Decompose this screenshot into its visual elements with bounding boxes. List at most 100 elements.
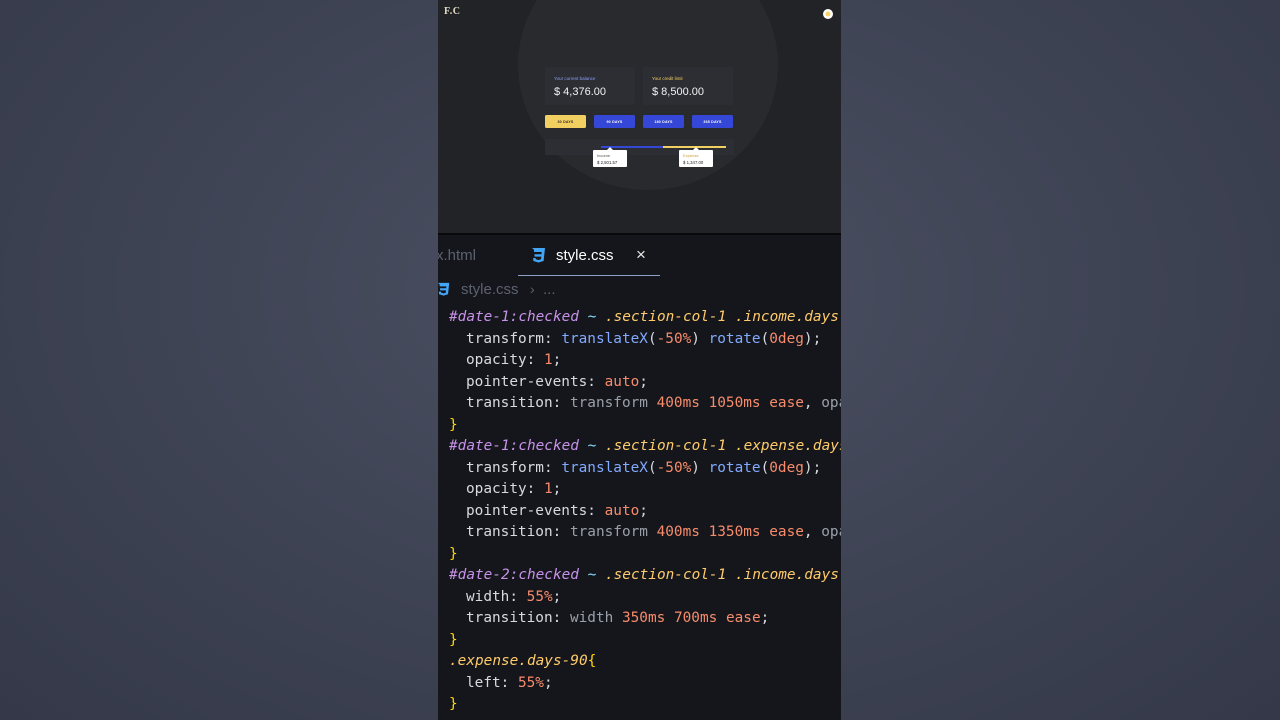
code-token: ~	[578, 309, 605, 325]
css3-icon	[438, 282, 450, 296]
code-line[interactable]: width: 55%;	[449, 587, 841, 609]
range-90-days-button[interactable]: 90 DAYS	[594, 115, 635, 128]
code-token: .section-col-1	[604, 309, 727, 325]
code-token: }	[449, 696, 458, 712]
code-line[interactable]: opacity: 1;	[449, 479, 841, 501]
range-30-days-button[interactable]: 30 DAYS	[545, 115, 586, 128]
code-line[interactable]: transition: width 350ms 700ms ease;	[449, 608, 841, 630]
code-token: }	[449, 416, 458, 433]
breadcrumb-more[interactable]: ...	[543, 281, 556, 298]
code-editor: x.html style.css × style.css › ... #date…	[438, 235, 841, 720]
balance-value: $ 4,376.00	[554, 86, 606, 98]
code-line[interactable]: left: 55%;	[449, 673, 841, 695]
theme-toggle-icon[interactable]	[823, 9, 833, 19]
code-token: -50%	[656, 459, 692, 476]
code-token: ;	[639, 373, 648, 390]
code-token: transition	[466, 395, 553, 411]
code-line[interactable]: #date-2:checked ~ .section-col-1 .income…	[449, 565, 841, 587]
code-lines[interactable]: #date-1:checked ~ .section-col-1 .income…	[449, 307, 841, 716]
code-line[interactable]: pointer-events: auto;	[449, 501, 841, 523]
expense-tooltip-label: Expense	[683, 153, 699, 158]
code-line[interactable]: }	[449, 630, 841, 652]
code-token: auto	[604, 502, 640, 519]
expense-tooltip: Expense $ 1,347.00	[679, 147, 713, 167]
code-token: :	[543, 459, 562, 476]
breadcrumb-file[interactable]: style.css	[461, 281, 519, 298]
chevron-right-icon: ›	[530, 281, 535, 297]
code-token: opacity	[466, 481, 527, 497]
code-line[interactable]: #date-1:checked ~ .section-col-1 .income…	[449, 307, 841, 329]
balance-label: Your current balance	[554, 76, 596, 81]
code-line[interactable]: transform: translateX(-50%) rotate(0deg)…	[449, 329, 841, 351]
code-token: width	[569, 610, 622, 626]
code-token: 400ms	[656, 524, 700, 540]
code-token: translateX	[561, 330, 648, 347]
code-token: :	[543, 330, 562, 347]
code-token: rotate	[708, 459, 761, 476]
code-token: )	[691, 459, 709, 476]
code-line[interactable]: opacity: 1;	[449, 350, 841, 372]
code-token: :	[587, 502, 605, 519]
code-line[interactable]: transition: transform 400ms 1350ms ease,…	[449, 522, 841, 544]
code-token: ;	[760, 610, 770, 626]
code-token: }	[449, 631, 458, 648]
code-token: :checked	[509, 567, 579, 583]
code-token: #date-2	[449, 567, 510, 583]
code-token: :	[500, 674, 518, 691]
credit-limit-value: $ 8,500.00	[652, 86, 704, 98]
code-token: .expense.days-90	[449, 653, 588, 669]
code-token: ease	[769, 395, 804, 411]
code-token: 700ms	[673, 610, 718, 626]
code-token: pointer-events	[466, 502, 588, 519]
code-token: ;	[639, 502, 648, 519]
code-token: 400ms	[656, 395, 700, 411]
code-token: ,	[803, 524, 822, 540]
range-180-days-button[interactable]: 180 DAYS	[643, 115, 684, 128]
code-token: :checked	[509, 438, 579, 454]
code-token: transition	[466, 524, 553, 540]
code-token: pointer-events	[466, 373, 588, 390]
code-token: ;	[543, 674, 553, 691]
code-token: transform	[466, 459, 544, 476]
close-icon[interactable]: ×	[636, 245, 646, 265]
code-token: opa	[821, 395, 841, 411]
code-token: :	[552, 395, 570, 411]
credit-limit-label: Your credit limit	[652, 76, 683, 81]
tab-style-css[interactable]: style.css ×	[518, 235, 660, 276]
code-token: transform	[569, 524, 657, 540]
tab-style-label: style.css	[556, 247, 614, 264]
code-line[interactable]: .expense.days-90{	[449, 651, 841, 673]
code-token: );	[803, 459, 822, 476]
code-line[interactable]: }	[449, 415, 841, 437]
code-token: -50%	[656, 330, 692, 347]
code-token: 55%	[517, 674, 544, 691]
code-token: :	[509, 588, 527, 605]
phone-screen: F.C Your current balance $ 4,376.00 Your…	[438, 0, 841, 720]
code-token: .expense.days	[734, 438, 841, 454]
tab-index-html[interactable]: x.html	[438, 247, 476, 264]
income-tooltip: Income $ 2,501.57	[593, 147, 627, 167]
expense-tooltip-value: $ 1,347.00	[683, 159, 704, 165]
code-line[interactable]: #date-1:checked ~ .section-col-1 .expens…	[449, 436, 841, 458]
code-token: :	[526, 352, 544, 368]
code-token: 55%	[526, 588, 553, 605]
code-token: ease	[725, 610, 761, 626]
code-line[interactable]: pointer-events: auto;	[449, 372, 841, 394]
code-token: ease	[769, 524, 804, 540]
balance-card: Your current balance $ 4,376.00	[545, 67, 635, 105]
code-token: 0deg	[769, 330, 804, 347]
code-line[interactable]: transition: transform 400ms 1050ms ease,…	[449, 393, 841, 415]
code-line[interactable]: transform: translateX(-50%) rotate(0deg)…	[449, 458, 841, 480]
code-line[interactable]: }	[449, 694, 841, 716]
code-line[interactable]: }	[449, 544, 841, 566]
code-token: #date-1	[449, 438, 510, 454]
code-token: :checked	[509, 309, 579, 325]
range-365-days-button[interactable]: 365 DAYS	[692, 115, 733, 128]
